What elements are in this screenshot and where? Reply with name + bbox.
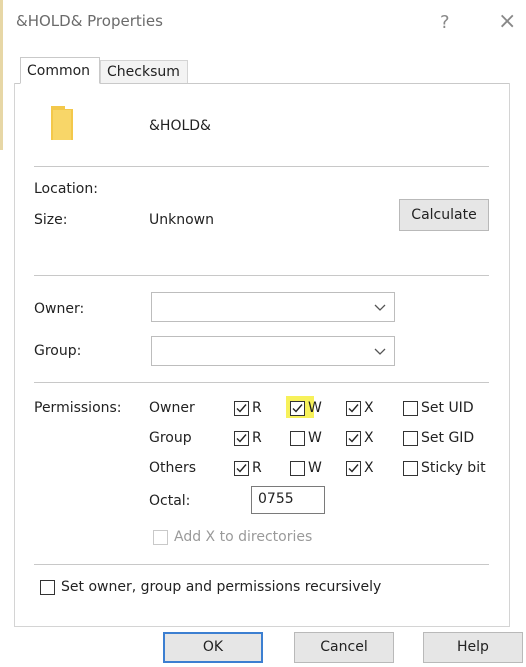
others-read-checkbox[interactable] <box>234 461 249 476</box>
separator-3 <box>34 382 489 383</box>
size-value: Unknown <box>149 212 214 228</box>
check-icon <box>348 434 359 443</box>
owner-read-checkbox[interactable] <box>234 401 249 416</box>
folder-icon <box>51 106 73 140</box>
group-combo[interactable] <box>151 336 395 366</box>
octal-input[interactable]: 0755 <box>251 486 325 514</box>
check-icon <box>292 404 303 413</box>
check-icon <box>348 464 359 473</box>
owner-label: Owner: <box>34 301 85 317</box>
recursive-label: Set owner, group and permissions recursi… <box>61 579 382 595</box>
chevron-down-icon <box>374 348 386 355</box>
group-write-letter: W <box>308 430 322 446</box>
owner-combo[interactable] <box>151 292 395 322</box>
others-read-letter: R <box>252 460 262 476</box>
others-write-letter: W <box>308 460 322 476</box>
add-x-label: Add X to directories <box>174 529 313 545</box>
check-icon <box>236 434 247 443</box>
group-exec-letter: X <box>364 430 374 446</box>
recursive-checkbox[interactable] <box>40 580 55 595</box>
ok-button[interactable]: OK <box>163 632 263 663</box>
sticky-bit-label: Sticky bit <box>421 460 486 476</box>
others-exec-checkbox[interactable] <box>346 461 361 476</box>
group-read-letter: R <box>252 430 262 446</box>
others-exec-letter: X <box>364 460 374 476</box>
set-uid-checkbox[interactable] <box>403 401 418 416</box>
owner-write-checkbox[interactable] <box>290 401 305 416</box>
close-title-button[interactable]: × <box>498 9 516 34</box>
set-gid-label: Set GID <box>421 430 475 446</box>
cancel-button[interactable]: Cancel <box>294 632 394 663</box>
file-name: &HOLD& <box>149 118 211 134</box>
window-left-accent <box>0 0 3 150</box>
owner-write-letter: W <box>308 400 322 416</box>
check-icon <box>236 464 247 473</box>
group-label: Group: <box>34 343 82 359</box>
separator-4 <box>34 564 489 565</box>
owner-read-letter: R <box>252 400 262 416</box>
group-exec-checkbox[interactable] <box>346 431 361 446</box>
perm-row-others-label: Others <box>149 460 197 476</box>
octal-label: Octal: <box>149 493 191 509</box>
others-write-checkbox[interactable] <box>290 461 305 476</box>
help-title-button[interactable]: ? <box>440 12 450 33</box>
location-label: Location: <box>34 181 98 197</box>
window-title: &HOLD& Properties <box>16 12 163 30</box>
set-gid-checkbox[interactable] <box>403 431 418 446</box>
size-label: Size: <box>34 212 68 228</box>
set-uid-label: Set UID <box>421 400 474 416</box>
perm-row-owner-label: Owner <box>149 400 195 416</box>
group-write-checkbox[interactable] <box>290 431 305 446</box>
owner-exec-checkbox[interactable] <box>346 401 361 416</box>
add-x-checkbox[interactable] <box>153 530 168 545</box>
tab-common[interactable]: Common <box>20 57 100 84</box>
owner-exec-letter: X <box>364 400 374 416</box>
chevron-down-icon <box>374 304 386 311</box>
help-button[interactable]: Help <box>423 632 523 663</box>
tab-checksum[interactable]: Checksum <box>100 60 188 84</box>
sticky-bit-checkbox[interactable] <box>403 461 418 476</box>
calculate-button[interactable]: Calculate <box>399 199 489 231</box>
check-icon <box>236 404 247 413</box>
check-icon <box>348 404 359 413</box>
perm-row-group-label: Group <box>149 430 192 446</box>
separator-1 <box>34 166 489 167</box>
permissions-label: Permissions: <box>34 400 122 416</box>
group-read-checkbox[interactable] <box>234 431 249 446</box>
separator-2 <box>34 275 489 276</box>
